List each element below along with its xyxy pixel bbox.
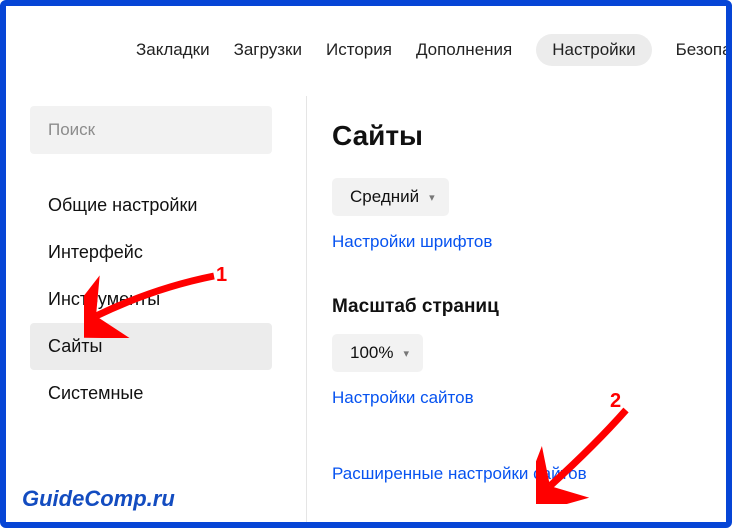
font-size-value: Средний <box>350 187 419 207</box>
chevron-down-icon: ▾ <box>429 191 435 204</box>
advanced-site-settings-link[interactable]: Расширенные настройки сайтов <box>332 464 587 484</box>
zoom-value: 100% <box>350 343 393 363</box>
sidebar-item-sites[interactable]: Сайты <box>30 323 272 370</box>
nav-security[interactable]: Безопа <box>676 40 732 60</box>
nav-bookmarks[interactable]: Закладки <box>136 40 210 60</box>
nav-downloads[interactable]: Загрузки <box>234 40 302 60</box>
nav-addons[interactable]: Дополнения <box>416 40 512 60</box>
page-title: Сайты <box>332 120 726 152</box>
site-settings-link[interactable]: Настройки сайтов <box>332 388 474 408</box>
sidebar-item-tools[interactable]: Инструменты <box>30 276 272 323</box>
nav-settings[interactable]: Настройки <box>536 34 651 66</box>
font-size-select[interactable]: Средний ▾ <box>332 178 449 216</box>
sidebar-item-interface[interactable]: Интерфейс <box>30 229 272 276</box>
search-input[interactable]: Поиск <box>30 106 272 154</box>
font-settings-link[interactable]: Настройки шрифтов <box>332 232 492 252</box>
nav-history[interactable]: История <box>326 40 392 60</box>
zoom-heading: Масштаб страниц <box>332 296 726 318</box>
sidebar-item-system[interactable]: Системные <box>30 370 272 417</box>
main-panel: Сайты Средний ▾ Настройки шрифтов Масшта… <box>286 96 726 522</box>
top-nav: Закладки Загрузки История Дополнения Нас… <box>6 6 726 86</box>
sidebar-item-general[interactable]: Общие настройки <box>30 182 272 229</box>
chevron-down-icon: ▾ <box>403 347 409 360</box>
zoom-select[interactable]: 100% ▾ <box>332 334 423 372</box>
sidebar: Поиск Общие настройки Интерфейс Инструме… <box>6 96 286 522</box>
